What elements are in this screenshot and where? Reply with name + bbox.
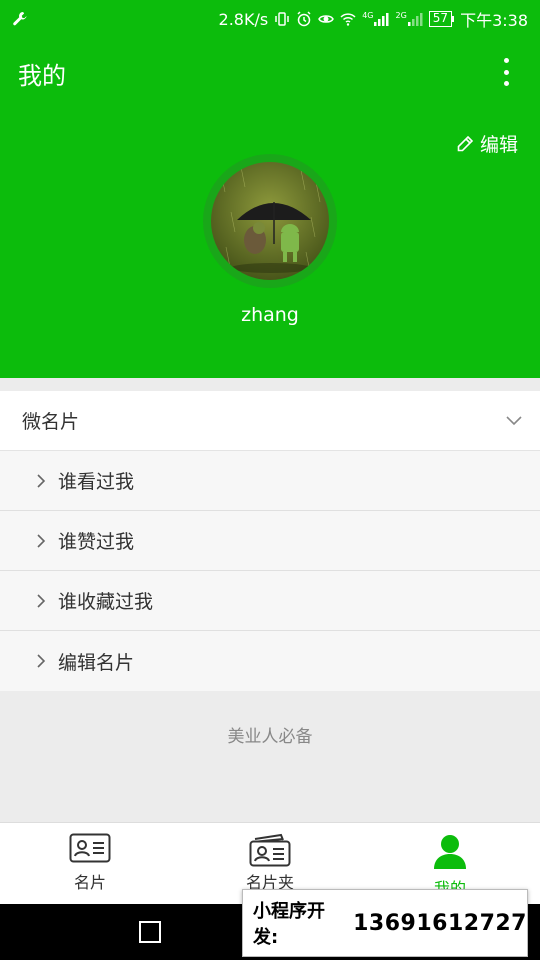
- chevron-right-icon: [37, 473, 46, 488]
- promo-label: 小程序开发:: [253, 901, 325, 948]
- list-item-viewed-me[interactable]: 谁看过我: [0, 451, 540, 511]
- username: zhang: [241, 304, 299, 326]
- promo-banner: 小程序开发: 13691612727: [242, 889, 528, 957]
- wrench-icon: [13, 12, 27, 26]
- signal-icon: [374, 13, 389, 26]
- mini-card-header[interactable]: 微名片: [0, 391, 540, 451]
- list-item-edit-card[interactable]: 编辑名片: [0, 631, 540, 691]
- more-icon: [503, 58, 509, 63]
- id-card-icon: [69, 833, 111, 863]
- footer-note: 美业人必备: [227, 727, 313, 747]
- list-item-label: 谁赞过我: [58, 531, 135, 553]
- edit-label: 编辑: [479, 134, 518, 156]
- section-title: 微名片: [22, 411, 80, 433]
- signal-2g: 2G: [395, 11, 423, 27]
- vibrate-icon: [275, 12, 289, 26]
- chevron-right-icon: [37, 533, 46, 548]
- user-icon: [434, 835, 466, 869]
- card-holder-icon: [249, 833, 291, 867]
- chevron-right-icon: [37, 654, 46, 668]
- tab-label: 名片: [73, 873, 106, 892]
- more-options-button[interactable]: [500, 56, 512, 88]
- tab-card[interactable]: 名片: [0, 823, 180, 904]
- list-item-favorited-me[interactable]: 谁收藏过我: [0, 571, 540, 631]
- battery-icon: 57: [428, 11, 455, 27]
- eye-icon: [318, 15, 335, 23]
- recent-apps-button[interactable]: [139, 921, 161, 943]
- avatar[interactable]: [203, 154, 337, 288]
- android-umbrella-picture: [211, 162, 329, 280]
- promo-phone: 13691612727: [353, 910, 527, 936]
- edit-button[interactable]: 编辑: [456, 130, 518, 157]
- wifi-icon: [340, 13, 356, 26]
- signal-weak-icon: [407, 13, 423, 26]
- chevron-right-icon: [37, 593, 46, 608]
- page-title: 我的: [18, 62, 66, 90]
- list-item-label: 编辑名片: [58, 651, 135, 674]
- signal-4g: 4G: [362, 11, 389, 27]
- profile-header: 我的 编辑 zhang: [0, 38, 540, 378]
- status-bar: 2.8K/s 4G 2G 57 下午3:38: [0, 0, 540, 38]
- alarm-icon: [297, 11, 311, 27]
- pencil-icon: [457, 135, 474, 151]
- chevron-down-icon: [506, 416, 522, 426]
- list-item-label: 谁收藏过我: [58, 591, 154, 613]
- list-item-liked-me[interactable]: 谁赞过我: [0, 511, 540, 571]
- clock: 下午3:38: [460, 11, 528, 30]
- list-item-label: 谁看过我: [58, 471, 135, 493]
- mini-card-section: 微名片 谁看过我 谁赞过我 谁收藏过我 编辑名片: [0, 391, 540, 691]
- network-speed: 2.8K/s: [218, 9, 269, 29]
- avatar-image: [211, 162, 329, 280]
